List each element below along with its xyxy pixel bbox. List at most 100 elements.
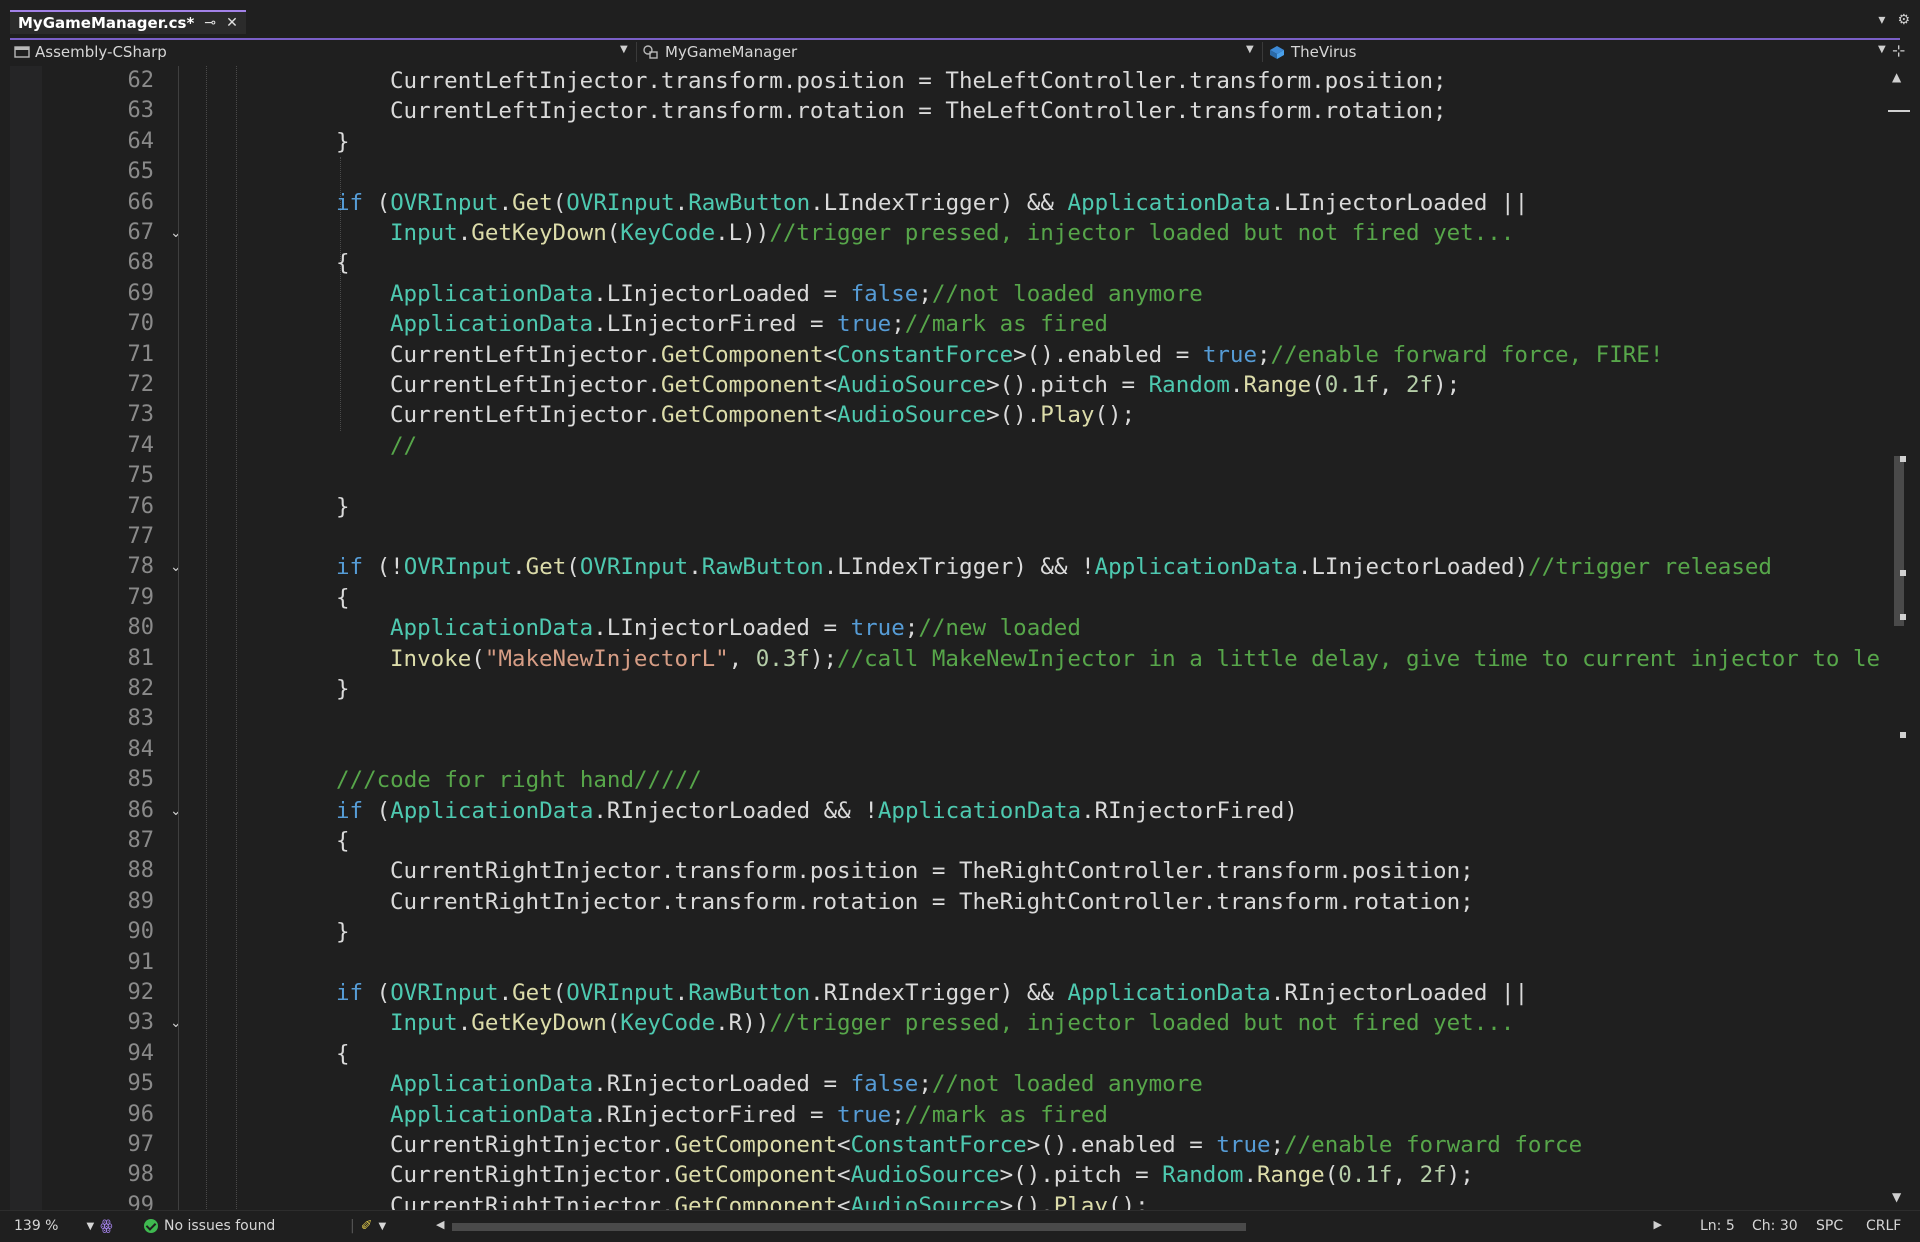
chevron-down-icon[interactable]: ▾ xyxy=(1878,12,1885,28)
scroll-down-icon[interactable]: ▼ xyxy=(1892,1190,1901,1204)
code-token: OVRInput xyxy=(403,554,513,581)
code-token: //enable forward force, FIRE! xyxy=(1270,341,1664,368)
code-line[interactable]: if (!OVRInput.Get(OVRInput.RawButton.LIn… xyxy=(336,552,1772,582)
line-number: 91 xyxy=(127,949,155,975)
code-token: >().enabled = xyxy=(1013,341,1203,368)
line-number: 76 xyxy=(127,493,155,519)
code-line[interactable]: ApplicationData.RInjectorLoaded = false;… xyxy=(390,1069,1203,1099)
code-token: } xyxy=(336,128,350,155)
navigation-bar: Assembly-CSharp ▼ MyGameManager ▼ TheVir… xyxy=(10,38,1905,64)
line-number: 84 xyxy=(127,736,155,762)
tab-title: MyGameManager.cs* xyxy=(18,14,195,32)
zoom-dropdown[interactable]: 139 % ▼ ꙮ xyxy=(14,1218,113,1234)
code-line[interactable]: Invoke("MakeNewInjectorL", 0.3f);//call … xyxy=(390,644,1880,674)
member-dropdown[interactable]: TheVirus xyxy=(1268,42,1357,62)
whitespace-indicator[interactable]: SPC xyxy=(1816,1218,1843,1234)
code-line[interactable]: Input.GetKeyDown(KeyCode.R))//trigger pr… xyxy=(390,1008,1514,1038)
code-token: { xyxy=(336,250,350,277)
chevron-down-icon[interactable]: ▼ xyxy=(1878,44,1886,55)
code-line[interactable]: } xyxy=(336,674,350,704)
code-line[interactable]: if (ApplicationData.RInjectorLoaded && !… xyxy=(336,796,1298,826)
code-token: ConstantForce xyxy=(850,1132,1027,1158)
line-ending: CRLF xyxy=(1866,1218,1902,1234)
code-token: CurrentLeftInjector. xyxy=(390,372,661,398)
code-token: >().enabled = xyxy=(1026,1132,1217,1158)
code-line[interactable]: } xyxy=(336,127,350,157)
class-dropdown[interactable]: MyGameManager xyxy=(642,42,797,62)
code-token: ; xyxy=(891,1101,905,1128)
code-token: ( xyxy=(1324,1162,1339,1189)
code-line[interactable]: CurrentRightInjector.transform.position … xyxy=(390,856,1474,886)
code-line[interactable]: ApplicationData.RInjectorFired = true;//… xyxy=(390,1100,1108,1130)
code-line[interactable]: { xyxy=(336,583,350,613)
code-line[interactable]: Input.GetKeyDown(KeyCode.L))//trigger pr… xyxy=(390,218,1514,248)
code-token: GetComponent xyxy=(674,1162,838,1189)
code-line[interactable]: CurrentRightInjector.transform.rotation … xyxy=(390,887,1474,917)
code-token: Invoke xyxy=(390,645,472,672)
line-ending-indicator[interactable]: CRLF xyxy=(1866,1218,1901,1234)
code-token: GetComponent xyxy=(674,1132,838,1158)
code-line[interactable]: } xyxy=(336,917,350,947)
code-editor[interactable]: 62 63 64 65 66 67 68 69 70 71 72 73 74 75 76 77 78 79 80 81… xyxy=(10,66,1886,1210)
code-cleanup-button[interactable]: | ✐ ▼ xyxy=(350,1218,386,1234)
code-line[interactable]: } xyxy=(336,492,350,522)
code-line[interactable]: ApplicationData.LInjectorLoaded = true;/… xyxy=(390,613,1081,643)
code-line[interactable]: ApplicationData.LInjectorLoaded = false;… xyxy=(390,279,1203,309)
scroll-left-icon[interactable]: ◀ xyxy=(436,1218,444,1231)
pin-icon[interactable]: ⊸ xyxy=(204,15,216,31)
line-number: 75 xyxy=(127,463,155,489)
issues-indicator[interactable]: No issues found xyxy=(144,1218,275,1234)
code-line[interactable]: CurrentLeftInjector.GetComponent<AudioSo… xyxy=(390,370,1460,400)
code-token: Get xyxy=(512,980,553,1006)
line-indicator[interactable]: Ln: 5 xyxy=(1700,1218,1735,1234)
code-line[interactable]: CurrentLeftInjector.GetComponent<Constan… xyxy=(390,340,1663,370)
code-token: { xyxy=(336,828,350,854)
column-indicator[interactable]: Ch: 30 xyxy=(1752,1218,1798,1234)
scrollbar-thumb[interactable] xyxy=(1894,456,1904,626)
code-line[interactable]: if (OVRInput.Get(OVRInput.RawButton.RInd… xyxy=(336,978,1528,1008)
code-line[interactable]: CurrentRightInjector.GetComponent<Consta… xyxy=(390,1130,1582,1160)
indent-guide xyxy=(236,66,237,1210)
scroll-right-icon[interactable]: ▶ xyxy=(1654,1218,1662,1231)
scroll-up-icon[interactable]: ▲ xyxy=(1892,70,1901,84)
scrollbar-thumb[interactable] xyxy=(452,1223,1246,1231)
code-line[interactable]: CurrentLeftInjector.transform.position =… xyxy=(390,66,1447,96)
code-line[interactable]: CurrentRightInjector.GetComponent<AudioS… xyxy=(390,1160,1474,1190)
code-line[interactable]: { xyxy=(336,1039,350,1069)
code-line[interactable]: { xyxy=(336,826,350,856)
line-number: 70 xyxy=(127,311,155,337)
code-token: OVRInput xyxy=(566,980,675,1006)
code-line[interactable]: if (OVRInput.Get(OVRInput.RawButton.LInd… xyxy=(336,188,1528,218)
code-line[interactable]: ApplicationData.LInjectorFired = true;//… xyxy=(390,309,1108,339)
chevron-down-icon[interactable]: ▼ xyxy=(620,44,628,55)
code-token: CurrentLeftInjector. xyxy=(390,341,661,368)
code-line[interactable]: { xyxy=(336,248,350,278)
code-line[interactable]: ///code for right hand///// xyxy=(336,765,702,795)
horizontal-scrollbar[interactable]: ◀ ▶ xyxy=(436,1218,1662,1233)
project-dropdown[interactable]: Assembly-CSharp xyxy=(14,42,167,62)
code-token: RawButton xyxy=(688,189,811,216)
close-icon[interactable]: ✕ xyxy=(226,15,238,31)
line-number: 83 xyxy=(127,706,155,732)
split-editor-icon[interactable]: ⊹ xyxy=(1892,41,1905,60)
line-number: 97 xyxy=(127,1132,155,1157)
code-line[interactable]: CurrentRightInjector.GetComponent<AudioS… xyxy=(390,1191,1149,1210)
chevron-down-icon[interactable]: ▼ xyxy=(1246,44,1254,55)
code-token: CurrentRightInjector. xyxy=(390,1162,675,1189)
code-token: ( xyxy=(552,980,567,1006)
code-line[interactable]: CurrentLeftInjector.GetComponent<AudioSo… xyxy=(390,400,1135,430)
code-token: //trigger pressed, injector loaded but n… xyxy=(769,1010,1515,1037)
code-line[interactable]: CurrentLeftInjector.transform.rotation =… xyxy=(390,96,1447,126)
breakpoint-margin[interactable] xyxy=(10,66,42,1210)
code-token: Input xyxy=(390,220,458,246)
code-token: //not loaded anymore xyxy=(931,280,1203,307)
document-tab[interactable]: MyGameManager.cs* ⊸ ✕ xyxy=(10,10,246,34)
vertical-scrollbar[interactable]: ▲ ▼ xyxy=(1886,66,1910,1210)
code-token: .RInjectorLoaded && ! xyxy=(593,797,878,824)
code-line[interactable]: // xyxy=(390,431,417,461)
line-number: 98 xyxy=(127,1162,155,1188)
chevron-down-icon[interactable]: ▼ xyxy=(86,1221,94,1232)
gear-icon[interactable]: ⚙ xyxy=(1897,12,1910,28)
copilot-icon[interactable]: ꙮ xyxy=(100,1218,112,1234)
code-token: . xyxy=(498,189,513,216)
